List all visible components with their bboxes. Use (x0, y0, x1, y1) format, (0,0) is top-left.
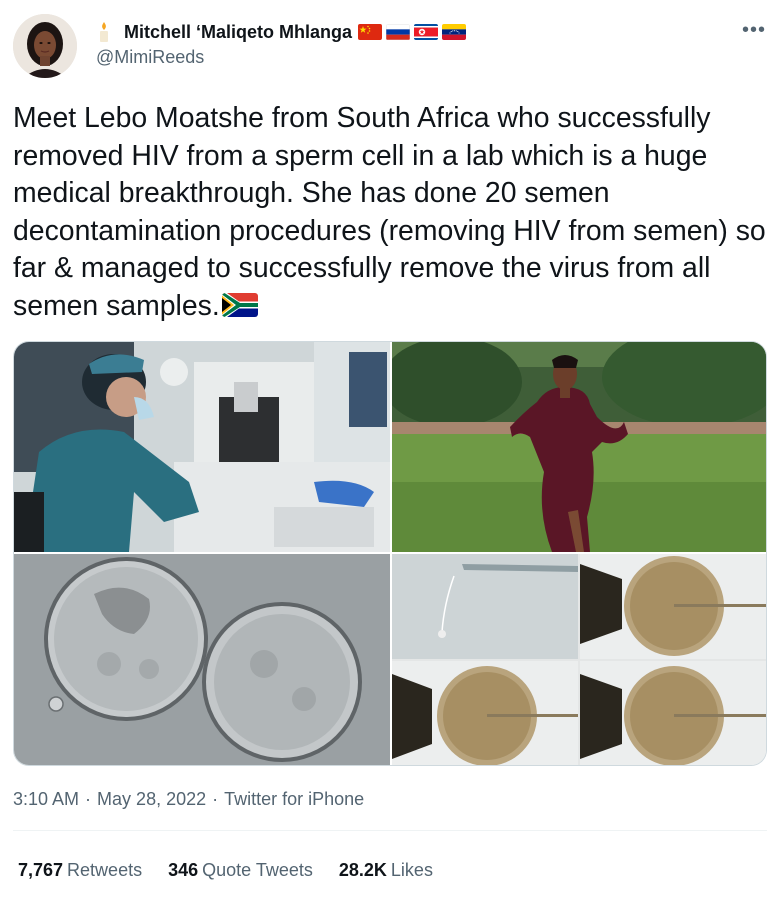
meta-separator: · (85, 789, 92, 809)
south-africa-flag-icon (221, 292, 258, 317)
tweet-date[interactable]: May 28, 2022 (97, 789, 206, 810)
author-name-row[interactable]: Mitchell ‘Maliqeto Mhlanga (96, 19, 467, 45)
media-photo-icsi[interactable] (392, 554, 766, 765)
tweet-meta: 3:10 AM · May 28, 2022 · Twitter for iPh… (13, 789, 364, 810)
china-flag-icon (358, 24, 383, 40)
likes-count: 28.2K (338, 860, 387, 880)
name-flags (358, 24, 467, 40)
north-korea-flag-icon (414, 24, 439, 40)
meta-separator: · (212, 789, 219, 809)
tweet-source[interactable]: Twitter for iPhone (224, 789, 364, 810)
author-avatar[interactable] (13, 14, 77, 78)
author-handle[interactable]: @MimiReeds (96, 47, 204, 68)
author-display-name[interactable]: Mitchell ‘Maliqeto Mhlanga (124, 22, 352, 43)
media-photo-embryos[interactable] (14, 554, 390, 765)
candle-icon (100, 22, 108, 42)
likes-label: Likes (390, 860, 433, 880)
tweet-text: Meet Lebo Moatshe from South Africa who … (13, 100, 768, 326)
retweets-count: 7,767 (18, 860, 64, 880)
media-photo-lab-scientist[interactable] (14, 342, 390, 552)
quote-tweets-stat[interactable]: 346 Quote Tweets (168, 860, 313, 881)
media-grid (13, 341, 767, 766)
russia-flag-icon (386, 24, 411, 40)
tweet-time[interactable]: 3:10 AM (13, 789, 79, 810)
retweets-stat[interactable]: 7,767 Retweets (18, 860, 142, 881)
more-horizontal-icon[interactable]: ••• (742, 20, 766, 40)
media-photo-portrait[interactable] (392, 342, 766, 552)
likes-stat[interactable]: 28.2K Likes (339, 860, 433, 881)
quote-tweets-count: 346 (168, 860, 199, 880)
tweet-body: Meet Lebo Moatshe from South Africa who … (13, 102, 766, 322)
retweets-label: Retweets (67, 860, 143, 880)
venezuela-flag-icon (442, 24, 467, 40)
quote-tweets-label: Quote Tweets (202, 860, 313, 880)
tweet-stats: 7,767 Retweets 346 Quote Tweets 28.2K Likes (18, 860, 433, 881)
divider (13, 830, 767, 831)
